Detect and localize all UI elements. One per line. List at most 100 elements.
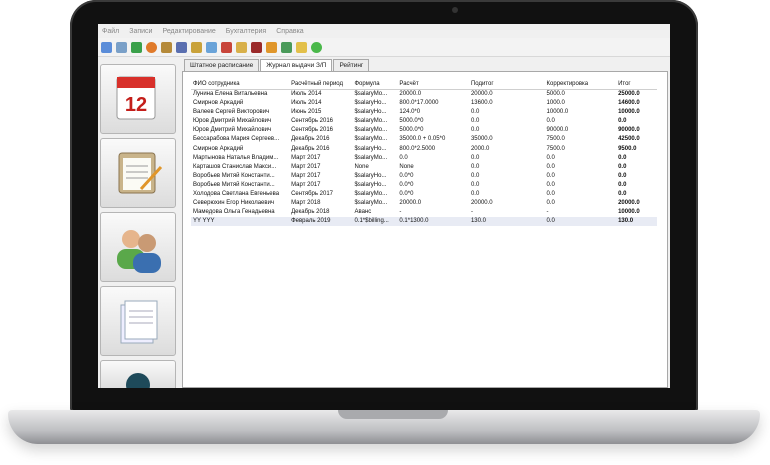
- menu-bar: Файл Записи Редактирование Бухгалтерия С…: [98, 24, 670, 38]
- table-cell: 0.0: [546, 172, 555, 179]
- table-cell: Лунина Елена Витальевна: [193, 91, 268, 97]
- col-calc[interactable]: Расчёт: [397, 78, 469, 90]
- table-cell: 20000.0: [399, 91, 422, 97]
- col-correction[interactable]: Корректировка: [544, 78, 617, 90]
- add-user-icon[interactable]: [131, 41, 142, 53]
- table-cell: $salaryHo...: [354, 172, 387, 179]
- refresh-icon[interactable]: [101, 41, 112, 53]
- table-cell: 124.0*0: [399, 109, 421, 116]
- table-row[interactable]: Бессарабова Мария Сергеев... Декабрь 2016…: [191, 135, 657, 144]
- calendar-day: 12: [125, 94, 147, 116]
- table-cell: 90000.0: [546, 127, 569, 134]
- col-period[interactable]: Расчётный период: [289, 78, 353, 90]
- folder-icon[interactable]: [296, 41, 307, 53]
- employees-button[interactable]: [100, 212, 176, 282]
- table-row[interactable]: Карташов Станислав Макси... Март 2017 None…: [191, 163, 657, 172]
- menu-accounting[interactable]: Бухгалтерия: [226, 28, 266, 35]
- table-row[interactable]: Смирнов Аркадий Декабрь 2016 $salaryHo... 8…: [191, 145, 657, 154]
- table-cell: 20000.0: [470, 91, 493, 97]
- trackpad-notch: [338, 410, 448, 419]
- table-cell: Карташов Станислав Макси...: [193, 163, 277, 170]
- table-row[interactable]: Воробьев Митяй Константи... Март 2017 $sal…: [191, 172, 657, 181]
- delete-icon[interactable]: [146, 41, 157, 53]
- more-button[interactable]: [100, 360, 176, 388]
- export-icon[interactable]: [266, 41, 277, 53]
- table-cell: Мартынова Наталья Владим...: [193, 154, 279, 161]
- print-icon[interactable]: [236, 41, 247, 53]
- menu-file[interactable]: Файл: [102, 28, 119, 35]
- table-cell: 5000.0*0: [399, 127, 424, 134]
- table-cell: 0.0: [546, 163, 555, 170]
- table-cell: 130.0: [468, 217, 545, 227]
- table-cell: 7500.0: [546, 136, 565, 143]
- table-cell: 0.0: [546, 200, 555, 207]
- table-cell: 10000.0: [546, 109, 569, 116]
- menu-help[interactable]: Справка: [276, 28, 303, 35]
- table-cell: Декабрь 2018: [291, 209, 330, 216]
- menu-records[interactable]: Записи: [129, 28, 152, 35]
- table-row[interactable]: Лунина Елена Витальевна Июль 2014 $salaryM…: [191, 90, 657, 100]
- table-cell: Сентябрь 2016: [291, 118, 333, 125]
- col-total[interactable]: Итог: [616, 78, 657, 90]
- tab-bar: Штатное расписание Журнал выдачи З/П Рей…: [182, 58, 668, 71]
- table-cell: 0.0: [618, 191, 627, 198]
- table-row[interactable]: Валеев Сергей Викторович Июнь 2015 $salary…: [191, 108, 657, 117]
- table-cell: Декабрь 2016: [291, 136, 330, 143]
- tab-payroll-journal[interactable]: Журнал выдачи З/П: [260, 59, 333, 71]
- table-cell: 0.0: [618, 163, 627, 170]
- documents-button[interactable]: [100, 286, 176, 356]
- menu-edit[interactable]: Редактирование: [162, 28, 215, 35]
- col-formula[interactable]: Формула: [352, 78, 398, 90]
- table-cell: $salaryHo...: [354, 100, 387, 107]
- book-icon[interactable]: [176, 41, 187, 53]
- table-row[interactable]: Северюхин Егор Николаевич Март 2018 $salar…: [191, 199, 657, 208]
- table-row[interactable]: Холодова Светлана Евгеньева Сентябрь 2017…: [191, 190, 657, 199]
- users-icon[interactable]: [281, 41, 292, 53]
- table-cell: 90000.0: [618, 127, 640, 134]
- table-row[interactable]: Юров Дмитрий Михайлович Сентябрь 2016 $sal…: [191, 126, 657, 135]
- col-subtotal[interactable]: Подитог: [468, 78, 545, 90]
- table-cell: 0.0: [618, 154, 627, 161]
- image-icon[interactable]: [206, 41, 217, 53]
- col-employee[interactable]: ФИО сотрудника: [191, 78, 290, 90]
- table-row[interactable]: Мамедова Ольга Генадьевна Декабрь 2018 Ава…: [191, 208, 657, 217]
- table-cell: -: [470, 209, 473, 216]
- table-cell: 0.0: [544, 217, 617, 227]
- table-row[interactable]: Смирнов Аркадий Июль 2014 $salaryHo... 800.…: [191, 99, 657, 108]
- calendar-button[interactable]: 12: [100, 64, 176, 134]
- table-cell: 5000.0: [546, 91, 565, 97]
- table-cell: 0.0: [470, 163, 480, 170]
- table-cell: 0.1*$billing...: [352, 217, 398, 227]
- table-cell: Северюхин Егор Николаевич: [193, 200, 275, 207]
- table-cell: 0.0: [546, 181, 555, 188]
- table-row[interactable]: YY YYY Февраль 2019 0.1*$billing... 0.1*130…: [191, 217, 657, 227]
- table-cell: 25000.0: [618, 91, 640, 97]
- table-cell: 0.0: [618, 181, 627, 188]
- table-cell: 0.0: [470, 118, 480, 125]
- tab-staffing[interactable]: Штатное расписание: [184, 59, 260, 71]
- table-cell: $salaryMo...: [354, 118, 388, 125]
- home-icon[interactable]: [161, 41, 172, 53]
- table-row[interactable]: Юров Дмитрий Михайлович Сентябрь 2016 $sal…: [191, 117, 657, 126]
- table-cell: Мамедова Ольга Генадьевна: [193, 209, 275, 216]
- table-cell: 0.0: [618, 118, 627, 125]
- cut-icon[interactable]: [221, 41, 232, 53]
- clipboard-button[interactable]: [100, 138, 176, 208]
- chat-icon[interactable]: [311, 41, 322, 53]
- table-row[interactable]: Воробьев Митяй Константи... Март 2017 $sal…: [191, 181, 657, 190]
- table-cell: Смирнов Аркадий: [193, 145, 244, 152]
- table-cell: 14600.0: [618, 100, 640, 107]
- table-cell: 0.0: [546, 118, 555, 125]
- copy-icon[interactable]: [116, 41, 127, 53]
- payroll-panel: ФИО сотрудника Расчётный период Формула …: [182, 71, 668, 388]
- table-cell: $salaryHo...: [354, 181, 387, 188]
- table-cell: 0.0: [546, 154, 555, 161]
- key-icon[interactable]: [191, 41, 202, 53]
- table-cell: Июль 2014: [291, 100, 322, 107]
- table-row[interactable]: Мартынова Наталья Владим... Март 2017 $sal…: [191, 154, 657, 163]
- table-cell: Валеев Сергей Викторович: [193, 109, 270, 116]
- table-cell: Июнь 2015: [291, 109, 322, 116]
- filter-icon[interactable]: [251, 41, 262, 53]
- tab-rating[interactable]: Рейтинг: [333, 59, 370, 71]
- table-cell: 0.0: [399, 154, 408, 161]
